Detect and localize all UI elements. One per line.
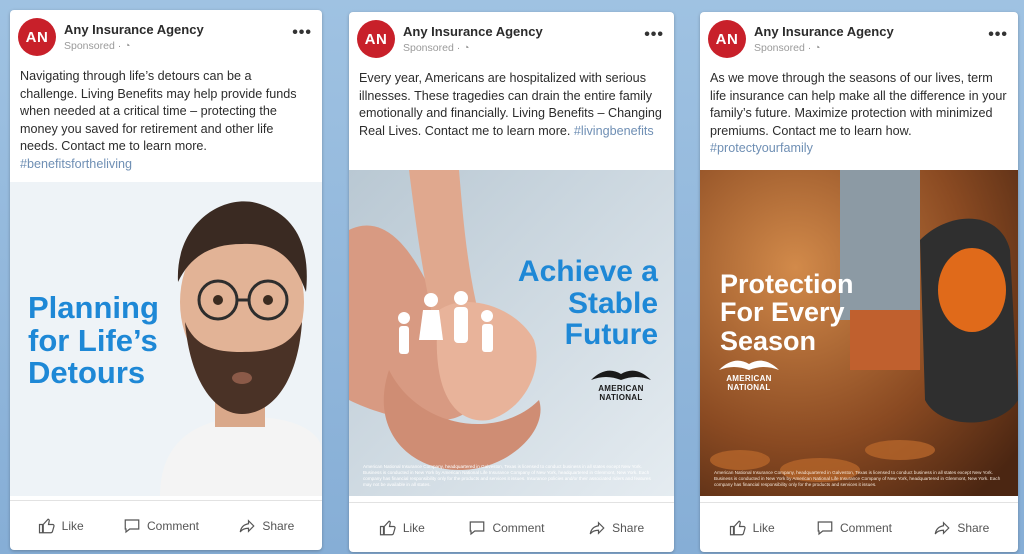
share-label: Share (262, 518, 295, 533)
american-national-logo: AMERICAN NATIONAL (714, 356, 784, 392)
more-options-icon[interactable]: ••• (644, 26, 664, 44)
avatar[interactable]: AN (18, 18, 56, 56)
eagle-icon (719, 360, 779, 370)
ad-image[interactable]: Protection For Every Season AMERICAN NAT… (700, 170, 1018, 496)
more-options-icon[interactable]: ••• (988, 26, 1008, 44)
post-caption: Navigating through life’s detours can be… (10, 62, 322, 182)
thumbs-up-icon (729, 520, 746, 535)
globe-icon: ◔ (463, 42, 470, 54)
like-button[interactable]: Like (38, 517, 84, 535)
share-icon (589, 520, 605, 535)
comment-label: Comment (839, 520, 892, 535)
post-header: AN Any Insurance Agency Sponsored · ◔ ••… (10, 10, 322, 62)
thumbs-up-icon (379, 520, 396, 535)
sponsored-label: Sponsored · ◔ (403, 42, 469, 54)
ad-post-every-season: AN Any Insurance Agency Sponsored · ◔ ••… (700, 12, 1018, 552)
ad-post-stable-future: AN Any Insurance Agency Sponsored · ◔ ••… (349, 12, 674, 552)
globe-icon: ◔ (814, 42, 821, 54)
more-options-icon[interactable]: ••• (292, 24, 312, 42)
ad-image[interactable]: Achieve a Stable Future AMERICAN NATIONA… (349, 170, 674, 496)
comment-icon (124, 518, 140, 533)
post-header: AN Any Insurance Agency Sponsored · ◔ ••… (700, 12, 1018, 64)
sponsored-text: Sponsored · (403, 42, 464, 54)
post-actions: Like Comment Share (10, 500, 322, 550)
like-label: Like (402, 520, 425, 535)
agency-name[interactable]: Any Insurance Agency (64, 22, 204, 37)
comment-label: Comment (492, 520, 545, 535)
post-header: AN Any Insurance Agency Sponsored · ◔ ••… (349, 12, 674, 64)
like-label: Like (752, 520, 775, 535)
caption-text: Navigating through life’s detours can be… (20, 69, 297, 153)
avatar[interactable]: AN (357, 20, 395, 58)
legal-disclaimer: American National Insurance Company, hea… (363, 464, 651, 487)
globe-icon: ◔ (124, 40, 131, 52)
share-button[interactable]: Share (933, 519, 989, 537)
comment-icon (470, 520, 485, 535)
comment-button[interactable]: Comment (816, 519, 892, 537)
sponsored-label: Sponsored · ◔ (754, 42, 820, 54)
share-button[interactable]: Share (588, 519, 644, 537)
ad-image[interactable]: Planning for Life’s Detours (10, 182, 322, 496)
comment-icon (817, 520, 833, 535)
post-caption: As we move through the seasons of our li… (700, 64, 1018, 184)
share-icon (239, 518, 255, 533)
ad-headline: Achieve a Stable Future (517, 255, 658, 351)
post-actions: Like Comment Share (700, 502, 1018, 552)
brand-name: AMERICAN NATIONAL (726, 374, 772, 392)
post-actions: Like Comment Share (349, 502, 674, 552)
caption-text: As we move through the seasons of our li… (710, 71, 1007, 138)
sponsored-text: Sponsored · (64, 40, 125, 52)
agency-name[interactable]: Any Insurance Agency (754, 24, 894, 39)
american-national-logo: AMERICAN NATIONAL (586, 366, 656, 402)
hashtag-link[interactable]: #protectyourfamily (710, 141, 813, 155)
sponsored-label: Sponsored · ◔ (64, 40, 130, 52)
share-icon (934, 520, 950, 535)
hashtag-link[interactable]: #benefitsfortheliving (20, 157, 132, 171)
brand-name: AMERICAN NATIONAL (598, 384, 644, 402)
share-label: Share (612, 520, 645, 535)
like-button[interactable]: Like (379, 519, 425, 537)
comment-button[interactable]: Comment (123, 517, 199, 535)
eagle-icon (591, 370, 651, 380)
agency-name[interactable]: Any Insurance Agency (403, 24, 543, 39)
ads-showcase: AN Any Insurance Agency Sponsored · ◔ ••… (0, 0, 1024, 554)
avatar[interactable]: AN (708, 20, 746, 58)
legal-disclaimer: American National Insurance Company, hea… (714, 470, 1001, 487)
like-button[interactable]: Like (729, 519, 775, 537)
share-label: Share (957, 520, 990, 535)
ad-post-planning: AN Any Insurance Agency Sponsored · ◔ ••… (10, 10, 322, 550)
ad-headline: Protection For Every Season (720, 269, 854, 356)
sponsored-text: Sponsored · (754, 42, 815, 54)
hashtag-link[interactable]: #livingbenefits (574, 124, 654, 138)
comment-label: Comment (146, 518, 199, 533)
share-button[interactable]: Share (238, 517, 294, 535)
comment-button[interactable]: Comment (468, 519, 544, 537)
thumbs-up-icon (38, 518, 55, 533)
ad-headline: Planning for Life’s Detours (28, 290, 159, 391)
post-caption: Every year, Americans are hospitalized w… (349, 64, 674, 184)
like-label: Like (61, 518, 84, 533)
